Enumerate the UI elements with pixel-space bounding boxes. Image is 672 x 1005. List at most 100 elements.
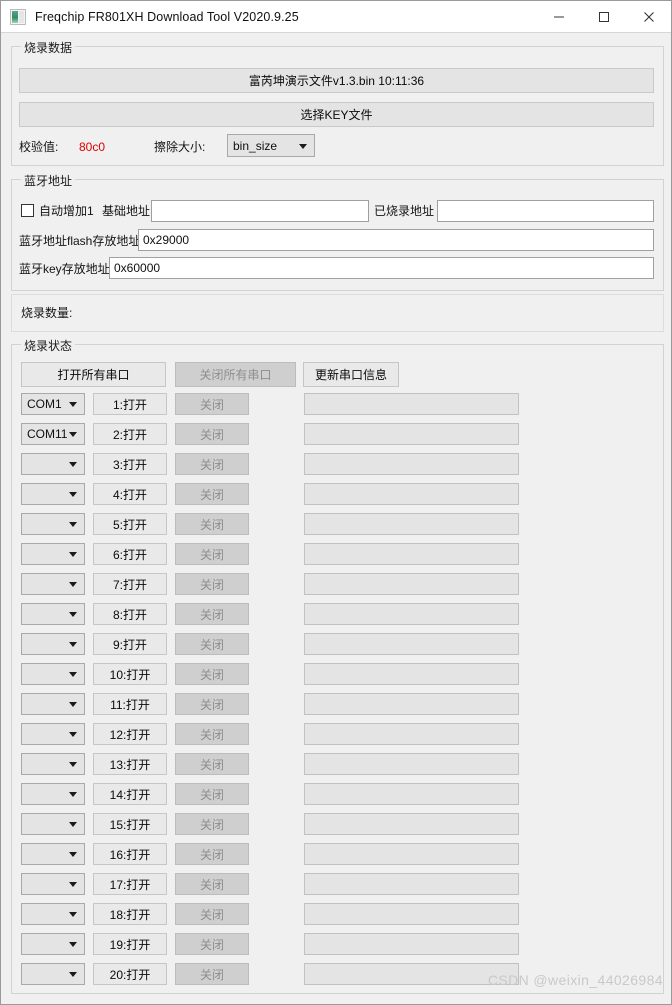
port-select-7[interactable] — [21, 573, 85, 595]
chevron-down-icon — [69, 582, 77, 587]
base-address-input[interactable] — [151, 200, 369, 222]
port-select-9[interactable] — [21, 633, 85, 655]
port-status-field-13 — [304, 753, 519, 775]
port-select-4[interactable] — [21, 483, 85, 505]
maximize-icon[interactable] — [581, 1, 626, 32]
open-port-button-19[interactable]: 19:打开 — [93, 933, 167, 955]
port-select-13[interactable] — [21, 753, 85, 775]
port-select-2[interactable]: COM11 — [21, 423, 85, 445]
chevron-down-icon — [69, 702, 77, 707]
app-icon — [10, 8, 26, 25]
key-address-input[interactable]: 0x60000 — [109, 257, 654, 279]
close-port-button-6[interactable]: 关闭 — [175, 543, 249, 565]
open-port-button-6[interactable]: 6:打开 — [93, 543, 167, 565]
port-select-16[interactable] — [21, 843, 85, 865]
open-port-button-8[interactable]: 8:打开 — [93, 603, 167, 625]
open-port-button-10[interactable]: 10:打开 — [93, 663, 167, 685]
open-port-button-11[interactable]: 11:打开 — [93, 693, 167, 715]
close-port-button-19[interactable]: 关闭 — [175, 933, 249, 955]
port-status-field-2 — [304, 423, 519, 445]
close-port-button-9[interactable]: 关闭 — [175, 633, 249, 655]
chevron-down-icon — [69, 612, 77, 617]
open-port-button-7[interactable]: 7:打开 — [93, 573, 167, 595]
burn-count-label: 烧录数量: — [21, 306, 73, 320]
chevron-down-icon — [69, 522, 77, 527]
close-port-button-5[interactable]: 关闭 — [175, 513, 249, 535]
chevron-down-icon — [69, 552, 77, 557]
port-select-20[interactable] — [21, 963, 85, 985]
port-select-17[interactable] — [21, 873, 85, 895]
checksum-label: 校验值: — [19, 140, 59, 154]
port-select-value-1: COM1 — [27, 397, 62, 411]
port-status-field-12 — [304, 723, 519, 745]
burn-status-group-title: 烧录状态 — [21, 337, 76, 354]
auto-increment-checkbox[interactable] — [21, 204, 34, 217]
port-select-6[interactable] — [21, 543, 85, 565]
burn-count-group — [11, 294, 664, 332]
close-port-button-16[interactable]: 关闭 — [175, 843, 249, 865]
close-port-button-15[interactable]: 关闭 — [175, 813, 249, 835]
open-port-button-4[interactable]: 4:打开 — [93, 483, 167, 505]
open-port-button-9[interactable]: 9:打开 — [93, 633, 167, 655]
burn-data-group-title: 烧录数据 — [21, 39, 76, 56]
port-status-field-20 — [304, 963, 519, 985]
chevron-down-icon — [69, 672, 77, 677]
open-port-button-15[interactable]: 15:打开 — [93, 813, 167, 835]
port-select-1[interactable]: COM1 — [21, 393, 85, 415]
close-port-button-2[interactable]: 关闭 — [175, 423, 249, 445]
close-port-button-12[interactable]: 关闭 — [175, 723, 249, 745]
close-port-button-11[interactable]: 关闭 — [175, 693, 249, 715]
close-port-button-8[interactable]: 关闭 — [175, 603, 249, 625]
close-port-button-14[interactable]: 关闭 — [175, 783, 249, 805]
port-select-19[interactable] — [21, 933, 85, 955]
close-port-button-3[interactable]: 关闭 — [175, 453, 249, 475]
port-select-11[interactable] — [21, 693, 85, 715]
erase-size-select[interactable]: bin_size — [227, 134, 315, 157]
port-select-5[interactable] — [21, 513, 85, 535]
flash-address-input[interactable]: 0x29000 — [138, 229, 654, 251]
open-all-ports-button[interactable]: 打开所有串口 — [21, 362, 166, 387]
port-status-field-6 — [304, 543, 519, 565]
minimize-icon[interactable] — [536, 1, 581, 32]
open-port-button-3[interactable]: 3:打开 — [93, 453, 167, 475]
close-port-button-1[interactable]: 关闭 — [175, 393, 249, 415]
open-port-button-2[interactable]: 2:打开 — [93, 423, 167, 445]
port-select-8[interactable] — [21, 603, 85, 625]
flash-address-label: 蓝牙地址flash存放地址 — [19, 234, 141, 248]
select-key-file-button[interactable]: 选择KEY文件 — [19, 102, 654, 127]
chevron-down-icon — [69, 762, 77, 767]
open-port-button-5[interactable]: 5:打开 — [93, 513, 167, 535]
close-port-button-20[interactable]: 关闭 — [175, 963, 249, 985]
chevron-down-icon — [69, 642, 77, 647]
open-port-button-18[interactable]: 18:打开 — [93, 903, 167, 925]
port-select-3[interactable] — [21, 453, 85, 475]
port-select-10[interactable] — [21, 663, 85, 685]
close-port-button-4[interactable]: 关闭 — [175, 483, 249, 505]
chevron-down-icon — [69, 492, 77, 497]
port-select-18[interactable] — [21, 903, 85, 925]
port-status-field-10 — [304, 663, 519, 685]
select-bin-file-button[interactable]: 富芮坤演示文件v1.3.bin 10:11:36 — [19, 68, 654, 93]
close-port-button-17[interactable]: 关闭 — [175, 873, 249, 895]
close-port-button-13[interactable]: 关闭 — [175, 753, 249, 775]
refresh-ports-button[interactable]: 更新串口信息 — [303, 362, 399, 387]
chevron-down-icon — [69, 402, 77, 407]
close-all-ports-button[interactable]: 关闭所有串口 — [175, 362, 296, 387]
open-port-button-1[interactable]: 1:打开 — [93, 393, 167, 415]
open-port-button-16[interactable]: 16:打开 — [93, 843, 167, 865]
open-port-button-20[interactable]: 20:打开 — [93, 963, 167, 985]
close-port-button-7[interactable]: 关闭 — [175, 573, 249, 595]
open-port-button-12[interactable]: 12:打开 — [93, 723, 167, 745]
close-port-button-10[interactable]: 关闭 — [175, 663, 249, 685]
open-port-button-14[interactable]: 14:打开 — [93, 783, 167, 805]
close-port-button-18[interactable]: 关闭 — [175, 903, 249, 925]
port-status-field-15 — [304, 813, 519, 835]
port-select-15[interactable] — [21, 813, 85, 835]
open-port-button-17[interactable]: 17:打开 — [93, 873, 167, 895]
open-port-button-13[interactable]: 13:打开 — [93, 753, 167, 775]
close-icon[interactable] — [626, 1, 671, 32]
port-select-14[interactable] — [21, 783, 85, 805]
port-status-field-11 — [304, 693, 519, 715]
burned-address-input[interactable] — [437, 200, 654, 222]
port-select-12[interactable] — [21, 723, 85, 745]
